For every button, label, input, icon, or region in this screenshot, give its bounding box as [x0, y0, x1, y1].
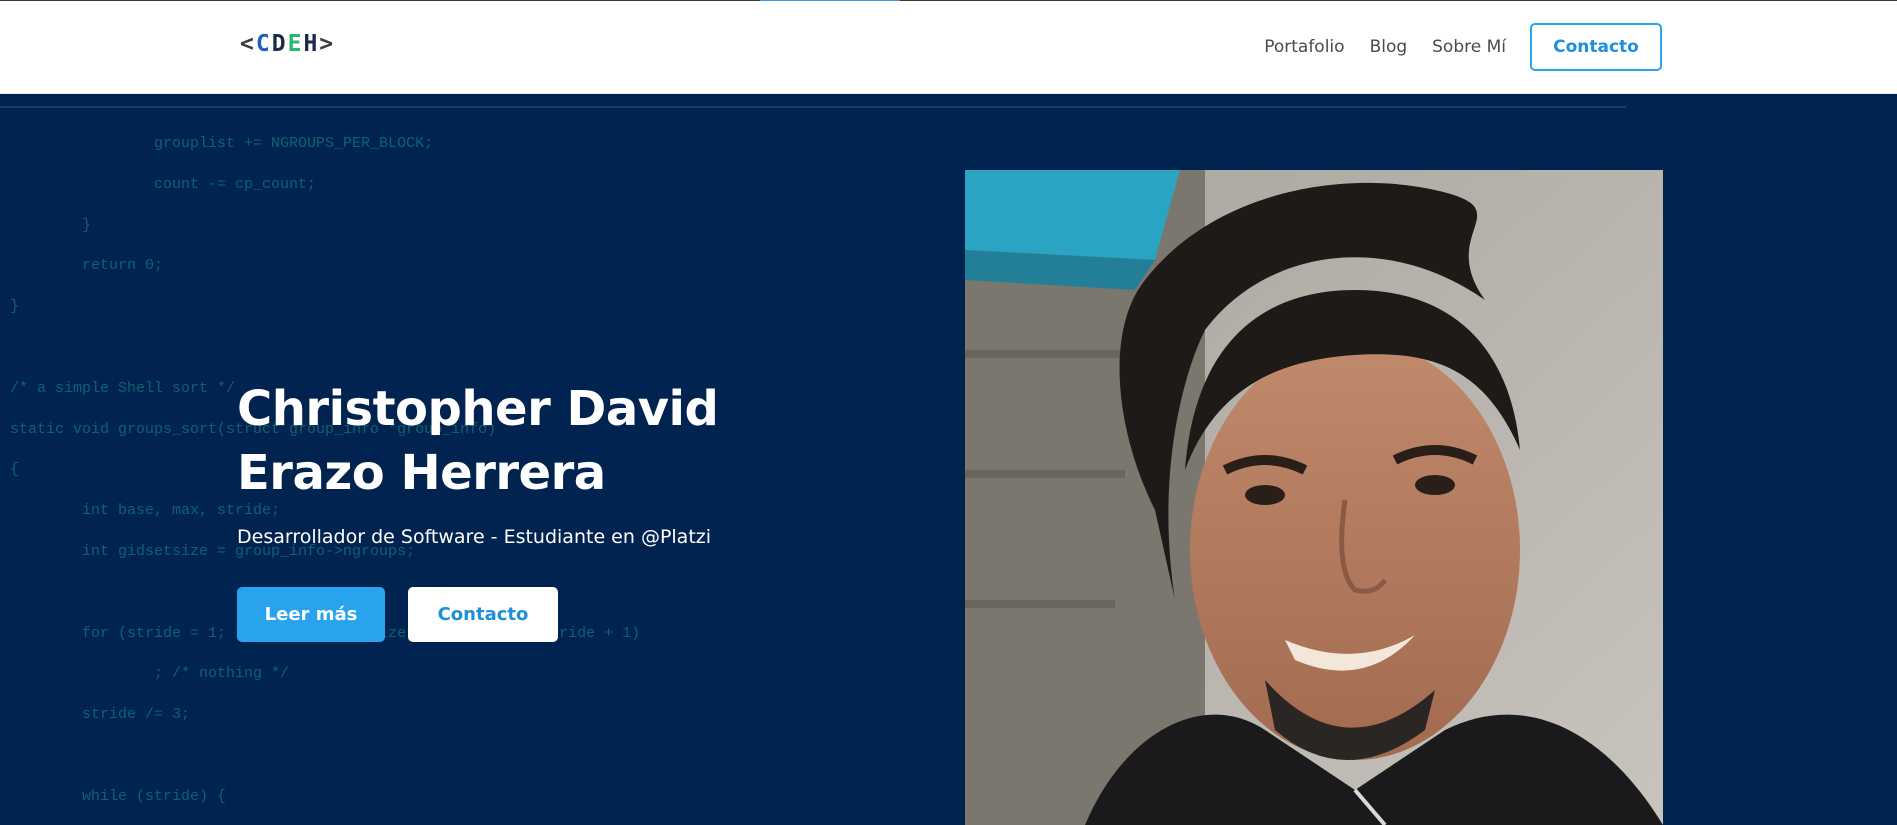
logo-letter-d: D [271, 31, 288, 57]
hero-section: grouplist += NGROUPS_PER_BLOCK; count -=… [0, 94, 1897, 825]
code-line: } [10, 216, 92, 234]
logo-bracket-open: < [240, 31, 256, 57]
code-line: return 0; [10, 257, 164, 275]
logo-bracket-close: > [319, 31, 336, 57]
site-logo[interactable]: < C D E H > [240, 29, 335, 59]
main-nav: Portafolio Blog Sobre Mí Contacto [1239, 23, 1662, 71]
profile-photo [965, 170, 1663, 825]
code-line: } [10, 298, 20, 316]
nav-link-sobre-mi[interactable]: Sobre Mí [1432, 37, 1506, 57]
nav-contact-button[interactable]: Contacto [1530, 23, 1662, 71]
logo-letter-c: C [255, 31, 272, 57]
code-line: ; /* nothing */ [10, 665, 290, 683]
hero-title: Christopher David Erazo Herrera [237, 381, 719, 501]
code-line: grouplist += NGROUPS_PER_BLOCK; [10, 135, 434, 152]
code-line: { [10, 461, 20, 479]
code-line: count -= cp_count; [10, 175, 317, 193]
nav-link-blog[interactable]: Blog [1370, 37, 1408, 57]
hero-divider [0, 106, 1626, 108]
read-more-button[interactable]: Leer más [237, 587, 385, 642]
code-line: while (stride) { [10, 787, 227, 805]
navbar: < C D E H > Portafolio Blog Sobre Mí Con… [0, 1, 1897, 94]
code-line: stride /= 3; [10, 706, 191, 724]
hero-subtitle: Desarrollador de Software - Estudiante e… [237, 526, 712, 548]
nav-link-portafolio[interactable]: Portafolio [1264, 37, 1344, 57]
profile-photo-illustration [965, 170, 1663, 825]
logo-letter-h: H [303, 31, 320, 57]
logo-letter-e: E [287, 31, 304, 57]
code-line: /* a simple Shell sort */ [10, 379, 236, 397]
hero-contact-button[interactable]: Contacto [408, 587, 558, 642]
